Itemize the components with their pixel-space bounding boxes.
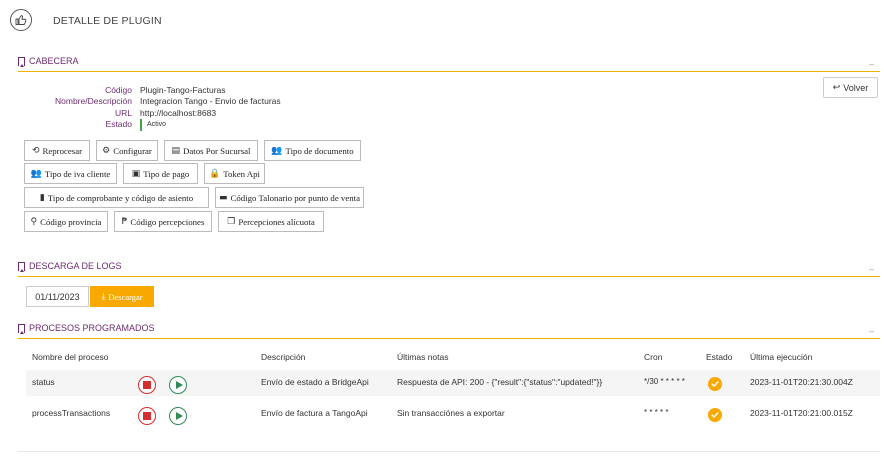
users-icon: 👥 [30, 168, 42, 179]
page-title: DETALLE DE PLUGIN [53, 15, 162, 27]
process-cron: * * * * * [644, 408, 669, 417]
check-circle-icon [708, 377, 722, 391]
bookmark-icon [18, 323, 25, 334]
field-label: URL [114, 108, 132, 118]
process-last-run: 2023-11-01T20:21:30.004Z [750, 377, 853, 387]
play-button[interactable] [169, 407, 187, 425]
gear-icon: ⚙ [102, 145, 111, 156]
play-icon [175, 412, 183, 420]
column-header: Nombre del proceso [32, 352, 109, 362]
button-label: Percepciones alícuota [238, 216, 315, 227]
thumbs-up-icon [10, 9, 32, 31]
reply-icon: ↩ [832, 82, 841, 93]
process-notes: Sin transacciónes a exportar [397, 408, 505, 418]
stop-icon [143, 381, 151, 389]
section-title-text: DESCARGA DE LOGS [29, 261, 122, 271]
process-notes: Respuesta de API: 200 - {"result":{"stat… [397, 377, 603, 387]
tipo-de-iva-cliente-button[interactable]: 👥 Tipo de iva cliente [24, 163, 117, 184]
stop-button[interactable] [138, 407, 156, 425]
process-description: Envío de factura a TangoApi [261, 408, 368, 418]
button-label: Tipo de pago [143, 168, 190, 179]
section-title: CABECERA [18, 56, 79, 67]
process-last-run: 2023-11-01T20:21:00.015Z [750, 408, 853, 418]
bookmark-icon [18, 56, 25, 67]
percent-icon: ₱ [121, 216, 128, 227]
section-title: DESCARGA DE LOGS [18, 261, 122, 272]
percepciones-alicuota-button[interactable]: ❐ Percepciones alícuota [218, 211, 324, 232]
volver-button[interactable]: ↩ Volver [823, 77, 878, 98]
button-label: Tipo de comprobante y código de asiento [47, 192, 194, 203]
process-name: processTransactions [32, 408, 111, 418]
divider [18, 451, 880, 452]
money-icon: ▣ [131, 168, 141, 179]
column-header: Estado [706, 352, 733, 362]
bookmark-icon [18, 261, 25, 272]
play-button[interactable] [169, 376, 187, 394]
column-header: Cron [644, 352, 663, 362]
play-icon [175, 381, 183, 389]
process-description: Envío de estado a BridgeApi [261, 377, 369, 387]
check-circle-icon [708, 408, 722, 422]
button-label: Tipo de documento [285, 145, 354, 156]
date-input[interactable]: 01/11/2023 [26, 286, 89, 307]
token-api-button[interactable]: 🔒 Token Api [204, 163, 265, 184]
lock-icon: 🔒 [209, 168, 221, 179]
collapse-button[interactable]: – [869, 264, 874, 274]
section-cabecera-header: CABECERA – [18, 56, 880, 72]
tipo-de-pago-button[interactable]: ▣ Tipo de pago [123, 163, 198, 184]
section-title-text: PROCESOS PROGRAMADOS [29, 323, 155, 333]
process-cron: */30 * * * * * [644, 377, 685, 386]
tipo-de-comprobante-button[interactable]: ▮ Tipo de comprobante y código de asient… [24, 187, 209, 208]
file-icon: ▮ [39, 192, 45, 203]
button-label: Tipo de iva cliente [44, 168, 111, 179]
card-icon: ▬ [219, 192, 228, 203]
top-bar: DETALLE DE PLUGIN [0, 0, 884, 42]
button-label: Configurar [113, 145, 152, 156]
copy-icon: ❐ [227, 216, 236, 227]
button-label: Reprocesar [42, 145, 83, 156]
collapse-button[interactable]: – [869, 326, 874, 336]
section-procesos-header: PROCESOS PROGRAMADOS – [18, 323, 880, 339]
codigo-provincia-button[interactable]: ⚲ Código provincia [24, 211, 108, 232]
field-value: Integracion Tango - Envio de facturas [140, 96, 281, 106]
button-label: Datos Por Sucursal [183, 145, 251, 156]
field-label: Nombre/Descripción [55, 96, 132, 106]
stop-icon [143, 412, 151, 420]
document-icon: ▤ [171, 145, 181, 156]
column-header: Última ejecución [750, 352, 813, 362]
button-label: Código provincia [40, 216, 102, 227]
users-icon: 👥 [271, 145, 283, 156]
map-marker-icon: ⚲ [30, 216, 38, 227]
collapse-button[interactable]: – [869, 59, 874, 69]
status-badge: Activo [140, 119, 166, 131]
tipo-de-documento-button[interactable]: 👥 Tipo de documento [264, 140, 361, 161]
reprocesar-button[interactable]: ⟲ Reprocesar [24, 140, 90, 161]
codigo-percepciones-button[interactable]: ₱ Código percepciones [114, 211, 212, 232]
configurar-button[interactable]: ⚙ Configurar [96, 140, 158, 161]
section-title-text: CABECERA [29, 56, 79, 66]
field-label: Estado [105, 119, 132, 129]
codigo-talonario-button[interactable]: ▬ Código Talonario por punto de venta [215, 187, 364, 208]
datos-por-sucursal-button[interactable]: ▤ Datos Por Sucursal [164, 140, 258, 161]
refresh-icon: ⟲ [31, 145, 40, 156]
section-logs-header: DESCARGA DE LOGS – [18, 261, 880, 277]
process-name: status [32, 377, 55, 387]
button-label: Código Talonario por punto de venta [230, 192, 360, 203]
section-title: PROCESOS PROGRAMADOS [18, 323, 155, 334]
volver-label: Volver [843, 82, 869, 93]
button-label: Descargar [108, 291, 143, 302]
field-label: Código [105, 85, 132, 95]
field-value: Plugin-Tango-Facturas [140, 85, 226, 95]
descargar-button[interactable]: ⤓ Descargar [90, 286, 154, 307]
stop-button[interactable] [138, 376, 156, 394]
field-value: http://localhost:8683 [140, 108, 217, 118]
button-label: Token Api [223, 168, 260, 179]
column-header: Últimas notas [397, 352, 449, 362]
column-header: Descripción [261, 352, 306, 362]
download-icon: ⤓ [101, 291, 106, 302]
button-label: Código percepciones [130, 216, 205, 227]
